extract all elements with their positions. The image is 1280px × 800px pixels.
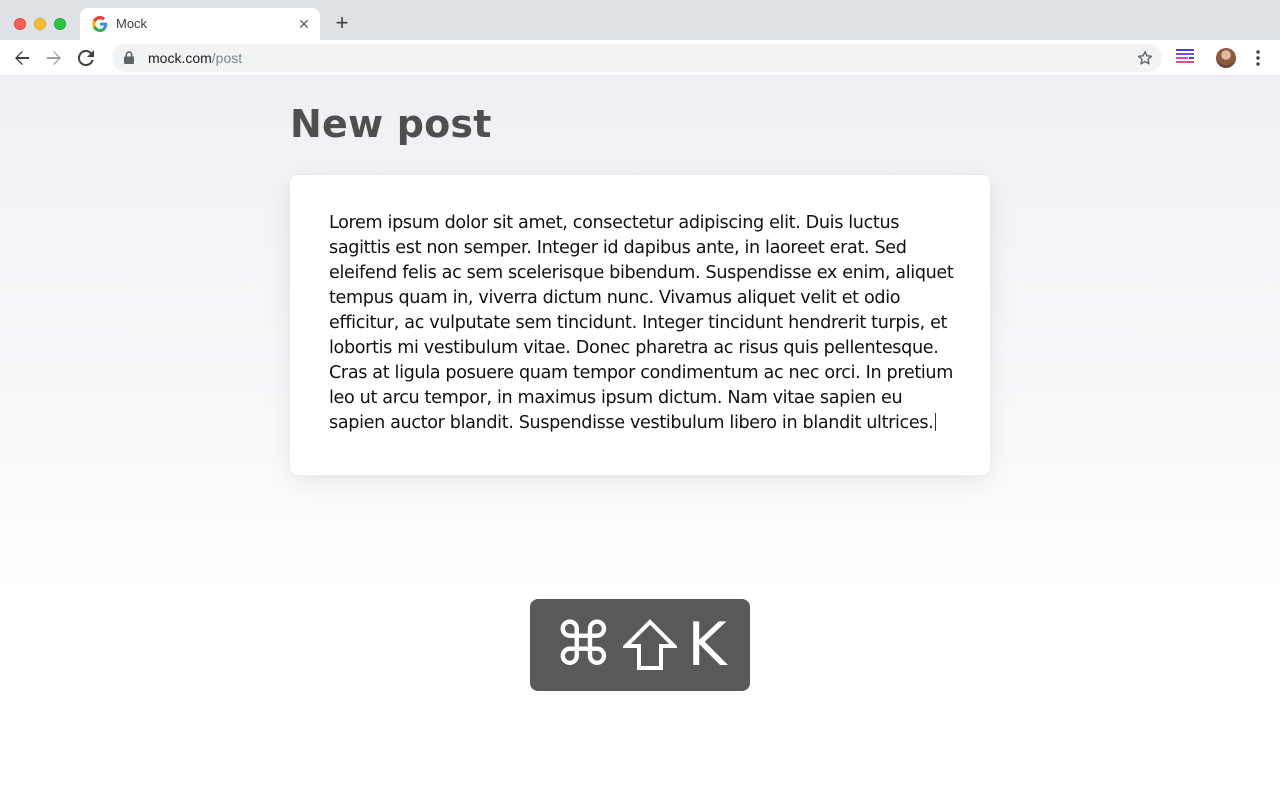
tab-bar: Mock ✕ + (0, 0, 1280, 40)
page-title: New post (290, 102, 492, 146)
new-tab-icon[interactable]: + (330, 12, 354, 36)
post-body-text[interactable]: Lorem ipsum dolor sit amet, consectetur … (329, 211, 959, 436)
k-key: K (687, 610, 727, 680)
post-body-content: Lorem ipsum dolor sit amet, consectetur … (329, 213, 954, 433)
keyboard-shortcut-overlay: ⌘ K (530, 599, 750, 691)
page-content: New post Lorem ipsum dolor sit amet, con… (0, 76, 1280, 800)
more-menu-icon[interactable] (1250, 48, 1266, 68)
profile-avatar[interactable] (1216, 48, 1236, 68)
lock-icon (124, 51, 136, 65)
url-path: /post (211, 50, 243, 66)
url-domain: mock.com (148, 50, 212, 66)
google-g-icon (92, 16, 108, 32)
bookmark-star-icon[interactable] (1136, 49, 1154, 67)
minimize-window-button[interactable] (34, 18, 46, 30)
maximize-window-button[interactable] (54, 18, 66, 30)
shift-key-icon (623, 619, 678, 671)
browser-toolbar: mock.com/post (0, 40, 1280, 76)
browser-tab[interactable]: Mock ✕ (80, 8, 320, 40)
close-window-button[interactable] (14, 18, 26, 30)
back-icon[interactable] (10, 46, 34, 70)
extension-icon[interactable] (1176, 48, 1198, 68)
command-key-icon: ⌘ (553, 610, 614, 680)
forward-icon[interactable] (42, 46, 66, 70)
address-bar[interactable]: mock.com/post (112, 44, 1162, 72)
text-caret (935, 413, 937, 431)
post-editor[interactable]: Lorem ipsum dolor sit amet, consectetur … (290, 175, 990, 475)
tab-title: Mock (116, 16, 148, 31)
close-tab-icon[interactable]: ✕ (296, 16, 312, 32)
url-text: mock.com/post (148, 50, 242, 66)
reload-icon[interactable] (74, 46, 98, 70)
